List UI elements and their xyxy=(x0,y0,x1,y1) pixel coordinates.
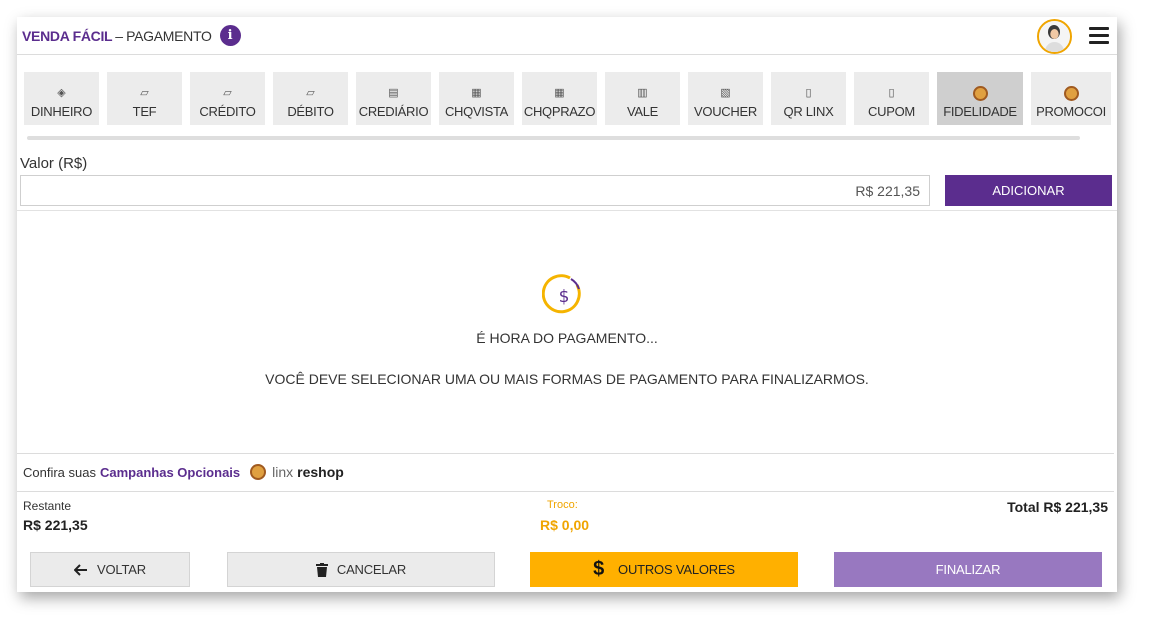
outros-label: OUTROS VALORES xyxy=(618,562,735,577)
method-label: TEF xyxy=(132,104,157,119)
method-vale[interactable]: ▥ VALE xyxy=(605,72,680,125)
method-qr-linx[interactable]: ▯ QR LINX xyxy=(771,72,846,125)
valor-input[interactable] xyxy=(20,175,930,206)
campaign-bar: Confira suas Campanhas Opcionais linx re… xyxy=(23,464,344,480)
methods-scrollbar[interactable] xyxy=(27,136,1080,140)
finalizar-label: FINALIZAR xyxy=(935,562,1001,577)
method-label: CHQVISTA xyxy=(444,104,509,119)
cancelar-button[interactable]: CANCELAR xyxy=(227,552,495,587)
method-promocoi[interactable]: PROMOCOI xyxy=(1031,72,1111,125)
phone-icon: ▯ xyxy=(805,87,812,99)
method-label: CRÉDITO xyxy=(199,104,256,119)
reshop-coin-icon xyxy=(1063,86,1079,101)
restante-label: Restante xyxy=(23,499,72,513)
method-dinheiro[interactable]: ◈ DINHEIRO xyxy=(24,72,99,125)
method-label: CHQPRAZO xyxy=(523,104,596,119)
trash-icon xyxy=(315,562,328,577)
restante-value: R$ 221,35 xyxy=(23,517,88,533)
payment-window: VENDA FÁCIL – PAGAMENTO i ◈ DINHEIRO ▱ T… xyxy=(17,17,1117,592)
finalizar-button[interactable]: FINALIZAR xyxy=(834,552,1102,587)
method-label: DINHEIRO xyxy=(30,104,93,119)
hamburger-menu-icon[interactable] xyxy=(1089,27,1109,45)
method-debito[interactable]: ▱ DÉBITO xyxy=(273,72,348,125)
linx-reshop-logo: linx reshop xyxy=(250,464,344,480)
cancelar-label: CANCELAR xyxy=(336,562,407,577)
money-icon: ◈ xyxy=(57,87,66,99)
method-label: PROMOCOI xyxy=(1036,104,1106,119)
coupon-icon: ▯ xyxy=(888,87,895,99)
method-label: QR LINX xyxy=(783,104,834,119)
method-fidelidade[interactable]: FIDELIDADE xyxy=(937,72,1023,125)
troco-label: Troco: xyxy=(547,499,578,511)
method-crediario[interactable]: ▤ CREDIÁRIO xyxy=(356,72,431,125)
total-value: Total R$ 221,35 xyxy=(1007,499,1108,515)
user-avatar-icon xyxy=(1039,21,1070,52)
campaign-prefix: Confira suas xyxy=(23,464,96,480)
voltar-button[interactable]: VOLTAR xyxy=(30,552,190,587)
troco-value: R$ 0,00 xyxy=(540,517,590,533)
campaign-link[interactable]: Campanhas Opcionais xyxy=(100,465,240,480)
divider xyxy=(17,453,1114,454)
method-credito[interactable]: ▱ CRÉDITO xyxy=(190,72,265,125)
divider xyxy=(17,491,1114,492)
card-icon: ▱ xyxy=(223,87,232,99)
method-label: CUPOM xyxy=(868,104,915,119)
header: VENDA FÁCIL – PAGAMENTO i xyxy=(17,17,1117,55)
check-icon: ▦ xyxy=(554,87,565,99)
svg-text:$: $ xyxy=(559,287,570,307)
cash-stack-icon: ▤ xyxy=(388,87,399,99)
empty-state-title: É HORA DO PAGAMENTO... xyxy=(476,330,658,346)
divider xyxy=(17,210,1117,211)
card-icon: ▱ xyxy=(306,87,315,99)
reshop-coin-icon xyxy=(972,86,988,101)
outros-valores-button[interactable]: $ OUTROS VALORES xyxy=(530,552,798,587)
info-icon[interactable]: i xyxy=(219,25,241,46)
hand-money-icon: ▧ xyxy=(720,87,731,99)
dollar-icon: $ xyxy=(593,558,605,580)
payment-methods-bar: ◈ DINHEIRO ▱ TEF ▱ CRÉDITO ▱ DÉBITO ▤ CR… xyxy=(24,72,1117,127)
method-cupom[interactable]: ▯ CUPOM xyxy=(854,72,929,125)
voltar-label: VOLTAR xyxy=(97,562,146,577)
method-chqprazo[interactable]: ▦ CHQPRAZO xyxy=(522,72,597,125)
method-chqvista[interactable]: ▦ CHQVISTA xyxy=(439,72,514,125)
avatar[interactable] xyxy=(1037,19,1072,54)
logo-reshop: reshop xyxy=(297,464,344,480)
logo-linx: linx xyxy=(272,464,294,480)
method-tef[interactable]: ▱ TEF xyxy=(107,72,182,125)
page-title: PAGAMENTO xyxy=(126,27,212,44)
valor-label: Valor (R$) xyxy=(20,155,88,172)
brand-title[interactable]: VENDA FÁCIL xyxy=(22,28,113,44)
method-voucher[interactable]: ▧ VOUCHER xyxy=(688,72,763,125)
title-separator: – xyxy=(115,27,124,44)
dollar-circle-icon: $ xyxy=(542,274,581,314)
method-label: FIDELIDADE xyxy=(943,104,1017,119)
voucher-icon: ▥ xyxy=(637,87,648,99)
card-icon: ▱ xyxy=(140,87,149,99)
empty-state-message: VOCÊ DEVE SELECIONAR UMA OU MAIS FORMAS … xyxy=(265,371,869,387)
add-button[interactable]: ADICIONAR xyxy=(945,175,1112,206)
check-icon: ▦ xyxy=(471,87,482,99)
arrow-left-icon xyxy=(74,563,88,576)
method-label: CREDIÁRIO xyxy=(358,104,429,119)
reshop-coin-icon xyxy=(250,464,267,480)
method-label: VOUCHER xyxy=(694,104,757,119)
method-label: VALE xyxy=(626,104,659,119)
method-label: DÉBITO xyxy=(287,104,334,119)
